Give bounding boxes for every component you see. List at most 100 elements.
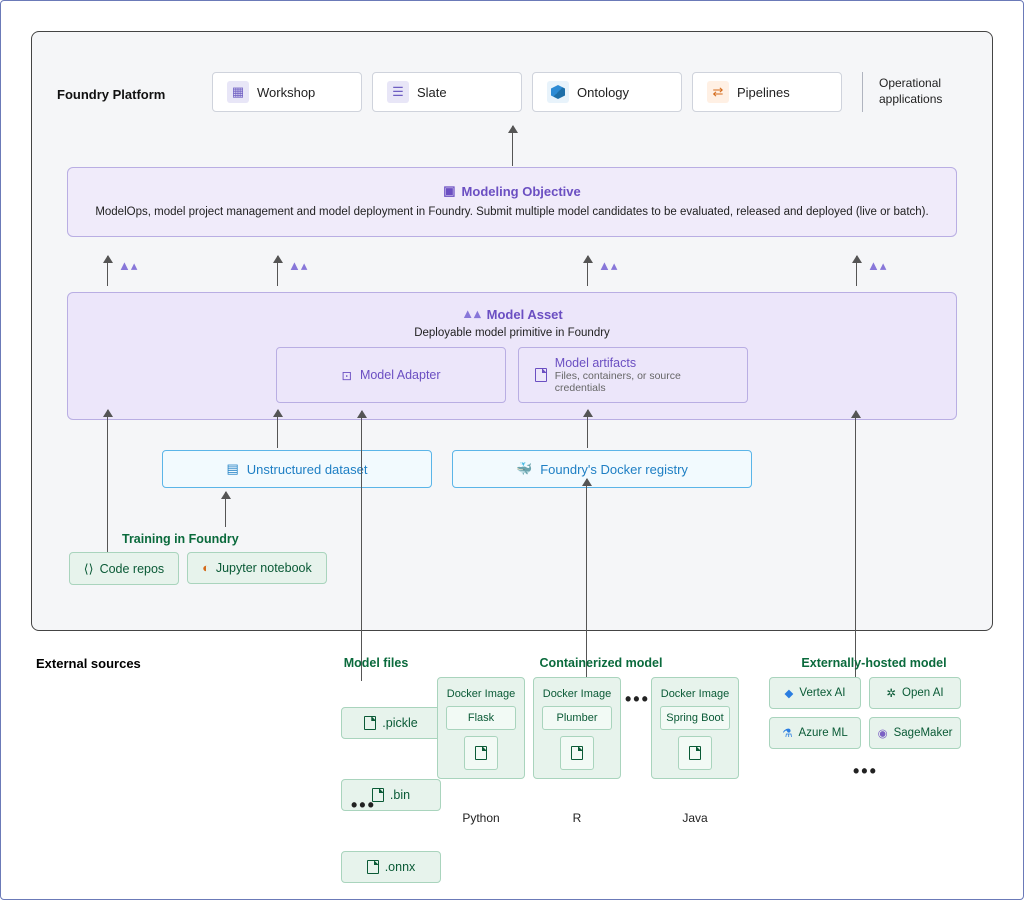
ontology-icon [547,81,569,103]
app-label: Ontology [577,85,629,100]
file-icon [367,860,379,874]
hosted-title: Externally-hosted model [789,656,959,670]
hosted-grid: ◆ Vertex AI ✲ Open AI ⚗ Azure ML ◉ SageM… [769,677,961,749]
file-icon [678,736,712,770]
hosted-label: Open AI [902,687,944,699]
model-asset-box: ▲▴ Model Asset Deployable model primitiv… [67,292,957,420]
adapter-label: Model Adapter [360,368,441,382]
azure-icon: ⚗ [782,726,792,740]
asset-subtitle: Deployable model primitive in Foundry [86,327,938,339]
file-icon [535,368,547,382]
app-slate: ☰ Slate [372,72,522,112]
lang-label: Java [651,811,739,825]
ops-label: Operational applications [879,76,942,107]
model-icon: ▲▴ [288,258,307,274]
model-icon: ▲▴ [118,258,137,274]
docker-group-java: Docker Image Spring Boot [651,677,739,779]
vertex-icon: ◆ [785,686,794,700]
training-label: Training in Foundry [122,532,239,546]
apps-row: ▦ Workshop ☰ Slate Ontology ⇄ Pipelines … [212,72,962,112]
jupyter-icon: ◐ [202,561,210,575]
file-icon [364,716,376,730]
docker-group-python: Docker Image Flask [437,677,525,779]
openai-icon: ✲ [886,686,896,700]
modelfiles-title: Model files [326,656,426,670]
file-label: .pickle [382,716,417,730]
model-icon: ▲▴ [867,258,886,274]
jupyter-label: Jupyter notebook [216,561,312,575]
adapter-icon: ⊡ [341,368,351,383]
arrow-up-icon: ▲▴ [587,256,589,286]
file-label: .onnx [385,860,416,874]
app-label: Slate [417,85,447,100]
arrow-up-icon: ▲▴ [107,256,109,286]
model-icon: ▲▴ [461,306,480,322]
framework-label: Spring Boot [660,706,730,730]
foundry-platform-box: Foundry Platform ▦ Workshop ☰ Slate Onto… [31,31,993,631]
artifacts-label: Model artifacts [555,356,636,370]
docker-registry-box: 🐳 Foundry's Docker registry [452,450,752,488]
jupyter-box: ◐ Jupyter notebook [187,552,327,584]
docker-image-label: Docker Image [446,686,516,706]
objective-desc: ModelOps, model project management and m… [86,206,938,218]
pipelines-icon: ⇄ [707,81,729,103]
code-repos-label: Code repos [100,562,165,576]
docker-image-label: Docker Image [660,686,730,706]
app-pipelines: ⇄ Pipelines [692,72,842,112]
app-label: Workshop [257,85,315,100]
code-repos-box: ⟨⟩ Code repos [69,552,179,585]
framework-label: Flask [446,706,516,730]
modeling-objective-box: ▣ Modeling Objective ModelOps, model pro… [67,167,957,237]
docker-group-r: Docker Image Plumber [533,677,621,779]
hosted-label: Azure ML [799,727,848,739]
objective-title-text: Modeling Objective [462,184,581,199]
arrow-up-icon [225,492,227,527]
arrow-up-icon [587,410,589,448]
lang-label: Python [437,811,525,825]
containerized-title: Containerized model [521,656,681,670]
ellipsis-icon: ••• [351,795,376,816]
divider [862,72,863,112]
app-workshop: ▦ Workshop [212,72,362,112]
diagram-canvas: Foundry Platform ▦ Workshop ☰ Slate Onto… [1,1,1023,899]
docker-label: Foundry's Docker registry [540,462,688,477]
ellipsis-icon: ••• [625,689,650,710]
arrow-up-icon: ▲▴ [856,256,858,286]
code-icon: ⟨⟩ [84,561,94,576]
foundry-platform-label: Foundry Platform [57,87,165,102]
app-ontology: Ontology [532,72,682,112]
workshop-icon: ▦ [227,81,249,103]
file-onnx: .onnx [341,851,441,883]
arrow-up-icon [277,410,279,448]
asset-title: ▲▴ Model Asset [461,306,563,322]
unstructured-dataset-box: ▤ Unstructured dataset [162,450,432,488]
arrow-up-icon: ▲▴ [277,256,279,286]
hosted-label: Vertex AI [799,687,845,699]
unstructured-label: Unstructured dataset [247,462,368,477]
hosted-sagemaker: ◉ SageMaker [869,717,961,749]
hosted-vertex: ◆ Vertex AI [769,677,861,709]
hosted-openai: ✲ Open AI [869,677,961,709]
framework-label: Plumber [542,706,612,730]
artifacts-sublabel: Files, containers, or source credentials [555,370,731,394]
docker-image-label: Docker Image [542,686,612,706]
arrow-up-icon [586,479,588,681]
hosted-label: SageMaker [894,727,953,739]
chart-icon: ▣ [443,183,455,199]
docker-icon: 🐳 [516,461,532,477]
file-icon [464,736,498,770]
hosted-azureml: ⚗ Azure ML [769,717,861,749]
arrow-up-icon [855,411,857,681]
file-label: .bin [390,788,410,802]
sagemaker-icon: ◉ [878,726,888,740]
file-icon [560,736,594,770]
arrow-up-icon [361,411,363,681]
asset-title-text: Model Asset [487,307,563,322]
external-sources-label: External sources [36,656,141,671]
app-label: Pipelines [737,85,790,100]
file-pickle: .pickle [341,707,441,739]
arrow-up-icon [512,126,514,166]
arrow-up-icon [107,410,109,565]
model-artifacts-card: Model artifacts Files, containers, or so… [518,347,748,403]
model-adapter-card: ⊡ Model Adapter [276,347,506,403]
